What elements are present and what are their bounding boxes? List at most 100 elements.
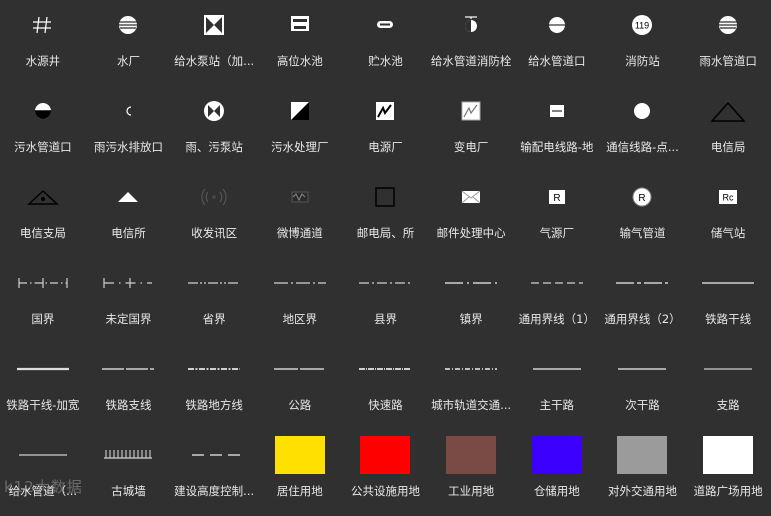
symbol-label: 镇界 (459, 312, 483, 326)
symbol-label: 省界 (202, 312, 226, 326)
symbol-label: 雨水管道口 (699, 54, 757, 68)
symbol-label: 给水管道（... (8, 484, 78, 498)
symbol-item[interactable]: 通用界线（2） (600, 258, 686, 344)
symbol-label: 支路 (716, 398, 740, 412)
line-general1-icon (514, 260, 600, 306)
symbol-label: 输气管道 (619, 226, 666, 240)
symbol-item[interactable]: 铁路地方线 (171, 344, 257, 430)
symbol-item[interactable]: 国界 (0, 258, 86, 344)
symbol-item[interactable]: 工业用地 (428, 430, 514, 516)
half-filled-circle-icon (0, 88, 86, 134)
symbol-item[interactable]: 119 消防站 (600, 0, 686, 86)
symbol-label: 道路广场用地 (693, 484, 763, 498)
symbol-item[interactable]: 通用界线（1） (514, 258, 600, 344)
symbol-label: 城市轨道交通... (431, 398, 512, 412)
symbol-item[interactable]: 仓储用地 (514, 430, 600, 516)
symbol-item[interactable]: 铁路干线-加宽 (0, 344, 86, 430)
symbol-item[interactable]: 输配电线路-地 (514, 86, 600, 172)
line-arterial-icon (514, 346, 600, 392)
symbol-label: 通用界线（1） (518, 312, 595, 326)
symbol-label: 地区界 (282, 312, 318, 326)
symbol-item[interactable]: 铁路支线 (86, 344, 172, 430)
symbol-item[interactable]: 电源厂 (343, 86, 429, 172)
symbol-label: 仓储用地 (533, 484, 580, 498)
striped-circle-icon (685, 2, 771, 48)
symbol-label: 铁路支线 (105, 398, 152, 412)
symbol-item[interactable]: 雨、污泵站 (171, 86, 257, 172)
symbol-item[interactable]: 收发讯区 (171, 172, 257, 258)
line-region-icon (257, 260, 343, 306)
symbol-item[interactable]: 电信局 (685, 86, 771, 172)
symbol-item[interactable]: 变电厂 (428, 86, 514, 172)
symbol-item[interactable]: 水源井 (0, 0, 86, 86)
symbol-item[interactable]: 电信支局 (0, 172, 86, 258)
symbol-label: 次干路 (625, 398, 660, 412)
symbol-item[interactable]: 未定国界 (86, 258, 172, 344)
symbol-item[interactable]: 给水管道口 (514, 0, 600, 86)
symbol-item[interactable]: 对外交通用地 (600, 430, 686, 516)
svg-text:119: 119 (635, 21, 649, 31)
symbol-item[interactable]: 污水处理厂 (257, 86, 343, 172)
symbol-library-grid: 水源井 水厂 给水泵站（加... 高位水池 贮水池 给水管道消防栓 给水管道口 119 消防站雨… (0, 0, 771, 509)
microwave-icon (257, 174, 343, 220)
hash-icon (0, 2, 86, 48)
symbol-label: 储气站 (710, 226, 746, 240)
line-undetermined-icon (86, 260, 172, 306)
symbol-item[interactable]: 邮电局、所 (343, 172, 429, 258)
symbol-item[interactable]: 镇界 (428, 258, 514, 344)
symbol-item[interactable]: 雨水管道口 (685, 0, 771, 86)
symbol-item[interactable]: 微博通道 (257, 172, 343, 258)
symbol-label: 对外交通用地 (607, 484, 677, 498)
symbol-label: 贮水池 (368, 54, 403, 68)
line-water-pipe-icon (0, 432, 86, 478)
land-use-color-swatch (446, 436, 497, 474)
symbol-label: 给水泵站（加... (174, 54, 255, 68)
symbol-item[interactable]: 电信所 (86, 172, 172, 258)
land-use-color-swatch (274, 436, 325, 474)
symbol-item[interactable]: R 输气管道 (600, 172, 686, 258)
symbol-item[interactable]: 道路广场用地 (685, 430, 771, 516)
symbol-item[interactable]: 雨污水排放口 (86, 86, 172, 172)
line-national-icon (0, 260, 86, 306)
symbol-item[interactable]: R 气源厂 (514, 172, 600, 258)
symbol-item[interactable]: 通信线路-点... (600, 86, 686, 172)
symbol-item[interactable]: 支路 (685, 344, 771, 430)
symbol-label: 铁路干线 (705, 312, 752, 326)
symbol-item[interactable]: 快速路 (343, 344, 429, 430)
r-circle-icon: R (600, 174, 686, 220)
symbol-item[interactable]: 古城墙 (86, 430, 172, 516)
symbol-label: 收发讯区 (191, 226, 238, 240)
symbol-item[interactable]: 铁路干线 (685, 258, 771, 344)
symbol-item[interactable]: 主干路 (514, 344, 600, 430)
symbol-item[interactable]: 地区界 (257, 258, 343, 344)
symbol-item[interactable]: Rc 储气站 (685, 172, 771, 258)
symbol-label: 气源厂 (539, 226, 575, 240)
line-road-icon (257, 346, 343, 392)
symbol-item[interactable]: 邮件处理中心 (428, 172, 514, 258)
symbol-item[interactable]: 公共设施用地 (343, 430, 429, 516)
symbol-item[interactable]: 给水管道（... (0, 430, 86, 516)
symbol-item[interactable]: 次干路 (600, 344, 686, 430)
symbol-item[interactable]: 给水管道消防栓 (428, 0, 514, 86)
symbol-item[interactable]: 污水管道口 (0, 86, 86, 172)
symbol-item[interactable]: 高位水池 (257, 0, 343, 86)
symbol-item[interactable]: 建设高度控制... (171, 430, 257, 516)
symbol-item[interactable]: 省界 (171, 258, 257, 344)
symbol-label: 消防站 (625, 54, 660, 68)
tank-icon (257, 2, 343, 48)
symbol-item[interactable]: 居住用地 (257, 430, 343, 516)
line-branch-icon (685, 346, 771, 392)
symbol-item[interactable]: 水厂 (86, 0, 172, 86)
land-use-color-swatch (703, 436, 754, 474)
symbol-label: 居住用地 (276, 484, 323, 498)
symbol-item[interactable]: 公路 (257, 344, 343, 430)
line-general2-icon (600, 260, 686, 306)
symbol-item[interactable]: 贮水池 (343, 0, 429, 86)
fire-station-icon: 119 (600, 2, 686, 48)
symbol-item[interactable]: 给水泵站（加... (171, 0, 257, 86)
striped-circle-icon (86, 2, 172, 48)
symbol-item[interactable]: 城市轨道交通... (428, 344, 514, 430)
triangle-dot-icon (0, 174, 86, 220)
color-swatch (343, 432, 429, 478)
symbol-item[interactable]: 县界 (343, 258, 429, 344)
